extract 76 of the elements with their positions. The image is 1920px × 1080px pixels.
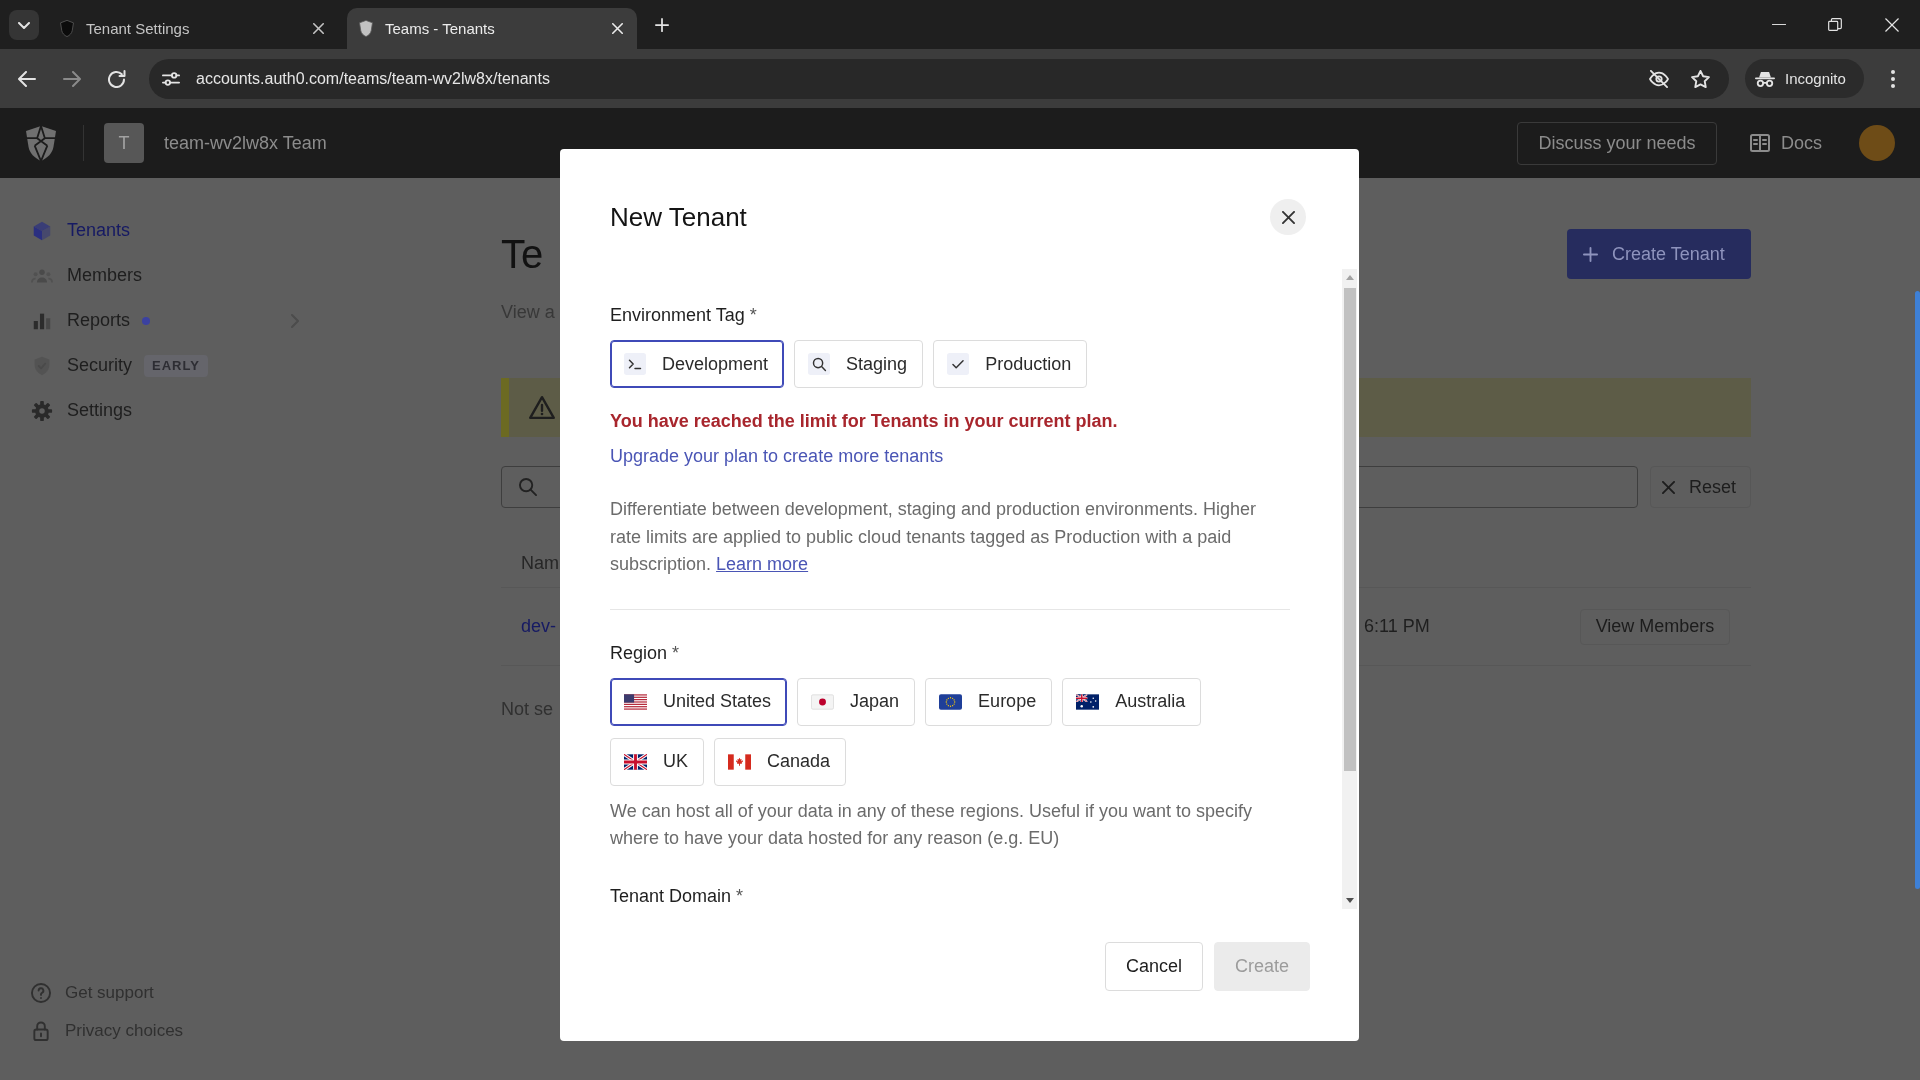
caret-down-icon [1345, 898, 1354, 903]
region-option[interactable]: United States [610, 677, 788, 726]
region-option[interactable]: Australia [1062, 677, 1202, 726]
environment-option[interactable]: Development [610, 340, 785, 388]
close-icon [1281, 210, 1295, 224]
region-option[interactable]: Japan [797, 677, 916, 726]
scrollbar[interactable] [1342, 269, 1357, 909]
learn-more-link[interactable]: Learn more [716, 554, 809, 574]
create-tenant-button[interactable]: Create Tenant [1567, 229, 1751, 279]
search-icon [519, 478, 537, 496]
feature-badge: EARLY [144, 354, 208, 377]
close-icon [312, 23, 324, 34]
environment-option[interactable]: Production [933, 340, 1088, 388]
field-label: Environment Tag * [610, 304, 757, 327]
discuss-button[interactable]: Discuss your needs [1517, 121, 1717, 165]
region-option[interactable]: Europe [925, 677, 1053, 726]
field-label: Tenant Domain * [610, 884, 744, 908]
incognito-button[interactable]: Incognito [1745, 59, 1864, 98]
terminal-prompt-icon [624, 353, 646, 375]
close-icon [611, 23, 623, 34]
address-bar[interactable]: accounts.auth0.com/teams/team-wv2lw8x/tenants [149, 58, 1729, 99]
scrollbar-thumb[interactable] [1915, 291, 1920, 889]
sliders-icon [162, 71, 180, 86]
japan-flag-icon [811, 693, 835, 710]
star-icon [1690, 69, 1710, 88]
table-cell: 6:11 PM [1364, 616, 1430, 637]
region-option[interactable]: UK [610, 737, 704, 786]
check-icon [947, 353, 970, 375]
caret-up-icon [1345, 275, 1354, 280]
error-message: You have reached the limit for Tenants in your current plan. [610, 410, 1118, 433]
search-icon [808, 353, 831, 375]
us-flag-icon [624, 693, 647, 710]
shield-icon [60, 20, 74, 37]
browser-tab[interactable]: Teams - Tenants [347, 8, 637, 49]
cancel-button[interactable]: Cancel [1104, 942, 1203, 991]
scrollbar-thumb[interactable] [1343, 288, 1356, 771]
minimize-icon [1772, 23, 1786, 26]
team-name: team-wv2lw8x Team [164, 132, 327, 154]
help-text: We can host all of your data in any of these regions. Useful if you want to specify where to have your data hosted for any reason (e.g. EU) [610, 799, 1253, 850]
upgrade-link[interactable]: Upgrade your plan to create more tenants [610, 444, 944, 468]
settings-icon [31, 399, 53, 422]
help-text: Differentiate between development, staging and production environments. Higher rate limits are applied to public cloud tenants tagged as Production with a paid subscription. Learn more [610, 498, 1258, 576]
close-button[interactable] [1270, 199, 1306, 235]
close-icon [1884, 17, 1899, 32]
team-avatar: T [104, 123, 144, 163]
arrow-left-icon [18, 70, 36, 87]
column-header: Nam [521, 553, 559, 574]
x-icon [1662, 480, 1675, 494]
plus-icon [1583, 246, 1598, 262]
incognito-icon [1755, 70, 1775, 87]
eu-flag-icon [939, 693, 963, 710]
dialog-title: New Tenant [610, 201, 747, 234]
reload-icon [108, 69, 126, 88]
warning-icon [529, 396, 555, 419]
field-label: Region * [610, 641, 680, 665]
page-title: Te [501, 231, 544, 278]
restore-icon [1828, 18, 1842, 31]
arrow-right-icon [63, 70, 81, 87]
plus-icon [655, 18, 669, 32]
shield-icon [359, 20, 373, 37]
tab-search-button[interactable] [9, 10, 39, 40]
canada-flag-icon [728, 753, 751, 770]
question-circle-icon [31, 983, 51, 1003]
browser-tab[interactable]: Tenant Settings [48, 8, 338, 49]
more-icon [1891, 69, 1895, 88]
shield-logo-icon [26, 125, 56, 161]
book-icon [1750, 134, 1770, 152]
australia-flag-icon [1076, 693, 1100, 710]
region-option[interactable]: Canada [714, 737, 847, 786]
lock-icon [31, 1021, 51, 1041]
uk-flag-icon [624, 753, 647, 770]
chevron-down-icon [18, 21, 30, 29]
docs-link[interactable]: Docs [1750, 132, 1822, 154]
cube-icon [31, 219, 53, 242]
eye-slash-icon [1649, 69, 1669, 88]
environment-option[interactable]: Staging [794, 340, 924, 388]
